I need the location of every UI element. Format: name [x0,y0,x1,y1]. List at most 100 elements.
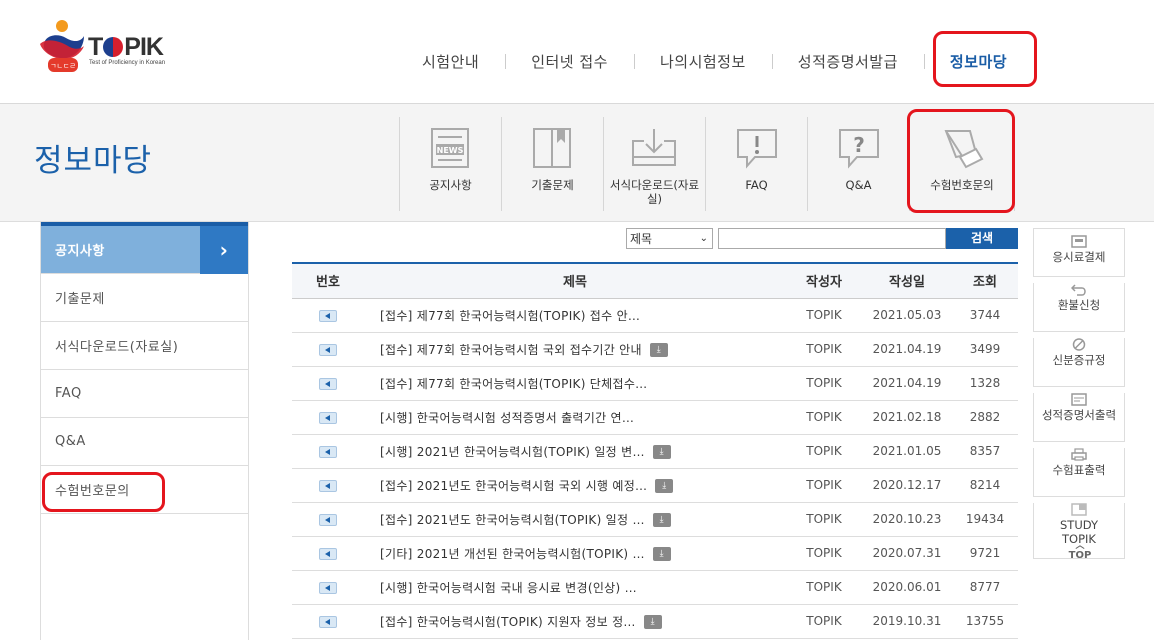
table-row[interactable]: [접수] 한국어능력시험(TOPIK) 지원자 정보 정… ⤓ TOPIK 2019.… [292,604,1018,639]
scroll-to-top-button[interactable]: ︿ TOP [1064,541,1096,562]
title-cell: [시행] 한국어능력시험 국내 응시료 변경(인상) … [364,570,786,605]
attachment-download-icon[interactable]: ⤓ [655,479,674,493]
quick-menu-notice[interactable]: NEWS 공지사항 [399,117,501,211]
attachment-download-icon[interactable]: ⤓ [652,513,671,527]
section-title: 정보마당 [34,143,153,179]
quick-menu-past-exams[interactable]: 기출문제 [501,117,603,211]
table-row[interactable]: [시행] 2021년 한국어능력시험(TOPIK) 일정 변… ⤓ TOPIK 202… [292,434,1018,469]
table-row[interactable]: [접수] 제77회 한국어능력시험 국외 접수기간 안내 ⤓ TOPIK 2021.0… [292,332,1018,367]
card-icon [1071,235,1087,248]
views-cell: 9721 [952,536,1018,571]
date-cell: 2021.04.19 [862,332,952,367]
attachment-download-icon[interactable]: ⤓ [649,343,668,357]
lnb-item-qna[interactable]: Q&A [41,418,248,466]
quick-menu-exam-number-inquiry[interactable]: 수험번호문의 [909,117,1015,211]
date-cell: 2020.07.31 [862,536,952,571]
top-label: TOP [1068,550,1092,561]
quick-link-refund[interactable]: 환불신청 [1033,283,1125,332]
quick-menu-downloads[interactable]: 서식다운로드(자료실) [603,117,705,211]
gnb-certificate-issue[interactable]: 성적증명서발급 [771,51,924,72]
post-title-link[interactable]: [접수] 한국어능력시험(TOPIK) 지원자 정보 정… [380,615,636,629]
date-cell: 2020.06.01 [862,570,952,605]
post-title-link[interactable]: [시행] 한국어능력시험 성적증명서 출력기간 연… [380,411,634,425]
table-row[interactable]: [시행] 한국어능력시험 국내 응시료 변경(인상) … TOPIK 2020.06… [292,570,1018,605]
title-cell: [접수] 한국어능력시험(TOPIK) 지원자 정보 정… ⤓ [364,604,786,639]
lnb-item-past-exams[interactable]: 기출문제 [41,274,248,322]
gnb-info-center[interactable]: 정보마당 [923,51,1033,72]
table-row[interactable]: [접수] 제77회 한국어능력시험(TOPIK) 단체접수… TOPIK 2021.… [292,366,1018,401]
notice-speaker-icon [319,615,337,628]
news-icon: NEWS [431,128,469,168]
chevron-right-icon: › [200,226,248,274]
lnb-item-label: FAQ [55,386,82,401]
topik-logo[interactable]: ㄱㄴㄷㄹ T PIK Test of Proficiency in Korean [38,18,173,74]
notice-cell [292,400,364,435]
author-cell: TOPIK [786,502,862,537]
views-cell: 1328 [952,366,1018,401]
quick-link-certificate-print[interactable]: 성적증명서출력 [1033,393,1125,442]
table-row[interactable]: [시행] 한국어능력시험 성적증명서 출력기간 연… TOPIK 2021.02.1… [292,400,1018,435]
notice-speaker-icon [319,411,337,424]
column-header-title: 제목 [364,262,786,299]
quick-link-id-rules[interactable]: 신분증규정 [1033,338,1125,387]
printer-icon [1071,448,1087,461]
lnb-item-downloads[interactable]: 서식다운로드(자료실) [41,322,248,370]
post-title-link[interactable]: [시행] 2021년 한국어능력시험(TOPIK) 일정 변… [380,445,645,459]
views-cell: 19434 [952,502,1018,537]
quick-link-admission-ticket-print[interactable]: 수험표출력 [1033,448,1125,497]
download-icon [632,129,676,166]
post-title-link[interactable]: [접수] 제77회 한국어능력시험 국외 접수기간 안내 [380,343,642,357]
quick-link-label: 수험표출력 [1052,463,1106,477]
post-title-link[interactable]: [접수] 제77회 한국어능력시험(TOPIK) 접수 안… [380,309,640,323]
lnb-item-notice[interactable]: 공지사항 › [41,222,248,274]
quick-link-fee-payment[interactable]: 응시료결제 [1033,228,1125,277]
views-cell: 8777 [952,570,1018,605]
attachment-download-icon[interactable]: ⤓ [652,445,671,459]
date-cell: 2020.10.23 [862,502,952,537]
quick-menu-qna[interactable]: ? Q&A [807,117,909,211]
gnb-exam-guide[interactable]: 시험안내 [396,51,505,72]
post-title-link[interactable]: [시행] 한국어능력시험 국내 응시료 변경(인상) … [380,581,637,595]
lnb-item-faq[interactable]: FAQ [41,370,248,418]
quick-link-label: 환불신청 [1057,298,1101,312]
svg-text:?: ? [853,133,865,157]
logo-mark-icon: ㄱㄴㄷㄹ [40,20,84,72]
search-button[interactable]: 검색 [946,228,1018,249]
date-cell: 2021.04.19 [862,366,952,401]
notice-speaker-icon [319,309,337,322]
notice-cell [292,604,364,639]
notice-cell [292,366,364,401]
quick-menu-label: 공지사항 [429,178,472,192]
site-header: ㄱㄴㄷㄹ T PIK Test of Proficiency in Korean … [0,0,1154,104]
gnb-my-exam-info[interactable]: 나의시험정보 [633,51,772,72]
post-title-link[interactable]: [기타] 2021년 개선된 한국어능력시험(TOPIK) … [380,547,645,561]
lnb-item-exam-number-inquiry[interactable]: 수험번호문의 [41,466,248,514]
table-row[interactable]: [접수] 제77회 한국어능력시험(TOPIK) 접수 안… TOPIK 2021.… [292,298,1018,333]
views-cell: 8357 [952,434,1018,469]
table-row[interactable]: [기타] 2021년 개선된 한국어능력시험(TOPIK) … ⤓ TOPIK 202… [292,536,1018,571]
notice-speaker-icon [319,581,337,594]
notice-speaker-icon [319,445,337,458]
attachment-download-icon[interactable]: ⤓ [652,547,671,561]
chevron-up-icon: ︿ [1075,541,1085,551]
lnb-item-label: 서식다운로드(자료실) [55,340,179,355]
quick-menu-label: 수험번호문의 [930,178,994,192]
notice-cell [292,434,364,469]
quick-link-label: 신분증규정 [1052,353,1106,367]
table-row[interactable]: [접수] 2021년도 한국어능력시험(TOPIK) 일정 … ⤓ TOPIK 202… [292,502,1018,537]
post-title-link[interactable]: [접수] 제77회 한국어능력시험(TOPIK) 단체접수… [380,377,647,391]
attachment-download-icon[interactable]: ⤓ [643,615,662,629]
gnb-online-registration[interactable]: 인터넷 접수 [505,51,634,72]
study-icon [1071,503,1087,516]
notice-speaker-icon [319,343,337,356]
post-title-link[interactable]: [접수] 2021년도 한국어능력시험(TOPIK) 일정 … [380,513,645,527]
quick-menu-faq[interactable]: FAQ [705,117,807,211]
date-cell: 2020.12.17 [862,468,952,503]
search-input[interactable] [718,228,946,249]
table-row[interactable]: [접수] 2021년도 한국어능력시험 국외 시행 예정… ⤓ TOPIK 2020.… [292,468,1018,503]
search-field-select[interactable]: 제목 ⌄ [626,228,713,249]
notice-cell [292,570,364,605]
post-title-link[interactable]: [접수] 2021년도 한국어능력시험 국외 시행 예정… [380,479,647,493]
section-banner: 정보마당 NEWS 공지사항 기출문제 서식다운로드(자료실) FAQ ? Q&… [0,104,1154,222]
date-cell: 2021.02.18 [862,400,952,435]
